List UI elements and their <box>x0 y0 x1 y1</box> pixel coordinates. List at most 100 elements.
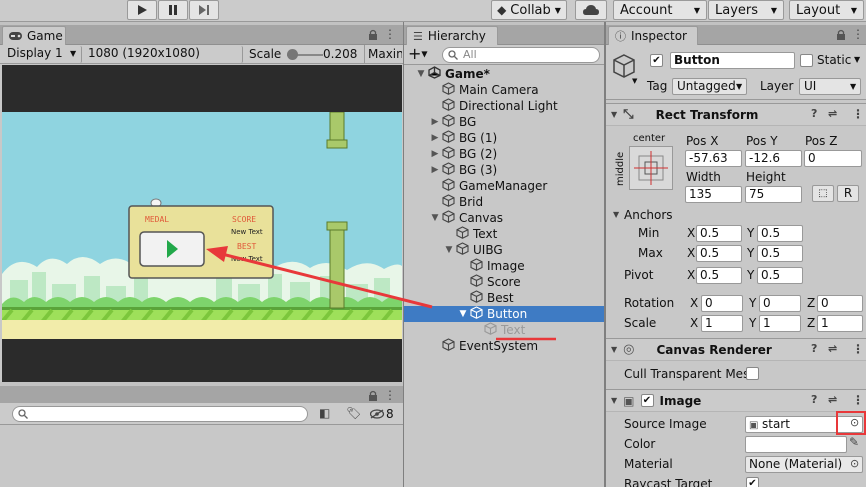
raycast-target-checkbox[interactable]: ✔ <box>746 477 759 487</box>
pos-z-field[interactable]: 0 <box>804 150 862 167</box>
hierarchy-item[interactable]: Brid <box>404 194 604 210</box>
hierarchy-search-input[interactable]: All <box>442 47 600 63</box>
display-dropdown[interactable]: Display 1 ▼ <box>3 46 82 63</box>
panel-menu-icon[interactable]: ⋮ <box>384 27 396 41</box>
raw-edit-button[interactable]: R <box>837 185 859 202</box>
label-tag-icon[interactable]: 🏷 <box>346 406 361 420</box>
rect-transform-header[interactable]: ▼ ⤡ Rect Transform ? ⇌ ⋮ <box>606 103 866 126</box>
chevron-down-icon[interactable]: ▼ <box>854 55 860 64</box>
anchor-max-y-field[interactable]: 0.5 <box>757 245 803 262</box>
scale-z-field[interactable]: 1 <box>817 315 863 332</box>
lock-icon[interactable] <box>368 29 378 41</box>
hierarchy-item[interactable]: ▶ BG <box>404 114 604 130</box>
width-field[interactable]: 135 <box>685 186 742 203</box>
hierarchy-item[interactable]: ▶ BG (1) <box>404 130 604 146</box>
layers-dropdown[interactable]: Layers ▼ <box>708 0 784 20</box>
hierarchy-item[interactable]: Text <box>404 322 604 338</box>
chevron-right-icon[interactable]: ▶ <box>430 165 440 175</box>
image-enabled-checkbox[interactable]: ✔ <box>640 394 654 407</box>
game-view[interactable]: MEDAL SCORE New Text BEST New Text <box>2 65 402 382</box>
preset-icon[interactable]: ⇌ <box>828 342 837 355</box>
hierarchy-item[interactable]: Best <box>404 290 604 306</box>
pos-y-field[interactable]: -12.6 <box>745 150 802 167</box>
preset-icon[interactable]: ⇌ <box>828 107 837 120</box>
create-button[interactable]: +▼ <box>408 46 428 63</box>
cull-transparent-checkbox[interactable] <box>746 367 759 380</box>
rotation-y-field[interactable]: 0 <box>759 295 801 312</box>
hierarchy-item[interactable]: ▶ BG (2) <box>404 146 604 162</box>
resolution-dropdown[interactable]: 1080 (1920x1080) <box>84 46 243 63</box>
help-icon[interactable]: ? <box>811 342 817 355</box>
image-header[interactable]: ▼ ▣ ✔ Image ? ⇌ ⋮ <box>606 389 866 412</box>
anchor-min-y-field[interactable]: 0.5 <box>757 225 803 242</box>
anchor-max-x-field[interactable]: 0.5 <box>696 245 742 262</box>
chevron-down-icon[interactable]: ▼ <box>416 69 426 79</box>
hierarchy-item[interactable]: GameManager <box>404 178 604 194</box>
hierarchy-item[interactable]: EventSystem <box>404 338 604 354</box>
scale-y-field[interactable]: 1 <box>759 315 801 332</box>
hierarchy-item[interactable]: ▼ Game* <box>404 66 604 82</box>
chevron-right-icon[interactable]: ▶ <box>430 149 440 159</box>
hierarchy-item[interactable]: Score <box>404 274 604 290</box>
tab-hierarchy[interactable]: ☰ Hierarchy <box>406 26 498 45</box>
hierarchy-item[interactable]: ▼ Button <box>404 306 604 322</box>
anchor-preset-button[interactable] <box>629 146 673 190</box>
layout-dropdown[interactable]: Layout ▼ <box>789 0 864 20</box>
height-field[interactable]: 75 <box>745 186 802 203</box>
maximize-toggle[interactable]: Maxin <box>368 47 402 61</box>
layer-dropdown[interactable]: UI ▼ <box>799 78 861 95</box>
scale-slider-thumb[interactable] <box>287 49 298 60</box>
chevron-right-icon[interactable]: ▶ <box>430 133 440 143</box>
hierarchy-item[interactable]: Directional Light <box>404 98 604 114</box>
pivot-x-field[interactable]: 0.5 <box>696 267 742 284</box>
lock-icon[interactable] <box>368 390 378 402</box>
chevron-down-icon[interactable]: ▼ <box>613 210 619 219</box>
component-menu-icon[interactable]: ⋮ <box>852 393 864 407</box>
cloud-button[interactable] <box>575 0 607 20</box>
pos-x-field[interactable]: -57.63 <box>685 150 742 167</box>
rotation-x-field[interactable]: 0 <box>701 295 743 312</box>
object-picker-icon[interactable]: ⊙ <box>850 457 859 470</box>
static-checkbox[interactable] <box>800 54 813 67</box>
anchor-min-x-field[interactable]: 0.5 <box>696 225 742 242</box>
canvas-renderer-header[interactable]: ▼ ◎ Canvas Renderer ? ⇌ ⋮ <box>606 338 866 361</box>
pause-button[interactable] <box>158 0 188 20</box>
hidden-count-toggle[interactable]: 8 <box>370 407 394 421</box>
hierarchy-item[interactable]: Text <box>404 226 604 242</box>
chevron-down-icon[interactable]: ▼ <box>444 245 454 255</box>
component-menu-icon[interactable]: ⋮ <box>852 107 864 121</box>
material-field[interactable]: None (Material) <box>745 456 863 473</box>
tab-game[interactable]: Game <box>2 26 66 45</box>
hierarchy-item[interactable]: ▼ UIBG <box>404 242 604 258</box>
chevron-down-icon[interactable]: ▼ <box>458 309 468 319</box>
color-field[interactable] <box>745 436 847 453</box>
hierarchy-item[interactable]: Image <box>404 258 604 274</box>
help-icon[interactable]: ? <box>811 393 817 406</box>
filter-by-type-icon[interactable]: ◧ <box>319 406 330 420</box>
blueprint-mode-button[interactable]: ⬚ <box>812 185 834 202</box>
chevron-down-icon[interactable]: ▼ <box>430 213 440 223</box>
eyedropper-icon[interactable]: ✎ <box>849 435 859 449</box>
pivot-y-field[interactable]: 0.5 <box>757 267 803 284</box>
hierarchy-item[interactable]: ▶ BG (3) <box>404 162 604 178</box>
active-checkbox[interactable]: ✔ <box>650 54 663 67</box>
step-button[interactable] <box>189 0 219 20</box>
chevron-down-icon[interactable]: ▼ <box>632 77 637 85</box>
rotation-z-field[interactable]: 0 <box>817 295 863 312</box>
collab-dropdown[interactable]: ◆ Collab ▼ <box>491 0 567 20</box>
tab-inspector[interactable]: ⓘ Inspector <box>608 26 698 45</box>
account-dropdown[interactable]: Account ▼ <box>613 0 707 20</box>
component-menu-icon[interactable]: ⋮ <box>852 342 864 356</box>
chevron-right-icon[interactable]: ▶ <box>430 117 440 127</box>
hierarchy-item[interactable]: ▼ Canvas <box>404 210 604 226</box>
help-icon[interactable]: ? <box>811 107 817 120</box>
play-button[interactable] <box>127 0 157 20</box>
hierarchy-item[interactable]: Main Camera <box>404 82 604 98</box>
panel-menu-icon[interactable]: ⋮ <box>384 388 396 402</box>
panel-menu-icon[interactable]: ⋮ <box>852 27 864 41</box>
scale-x-field[interactable]: 1 <box>701 315 743 332</box>
lock-icon[interactable] <box>836 29 846 41</box>
console-search-input[interactable] <box>12 406 308 422</box>
preset-icon[interactable]: ⇌ <box>828 393 837 406</box>
tag-dropdown[interactable]: Untagged ▼ <box>672 78 747 95</box>
